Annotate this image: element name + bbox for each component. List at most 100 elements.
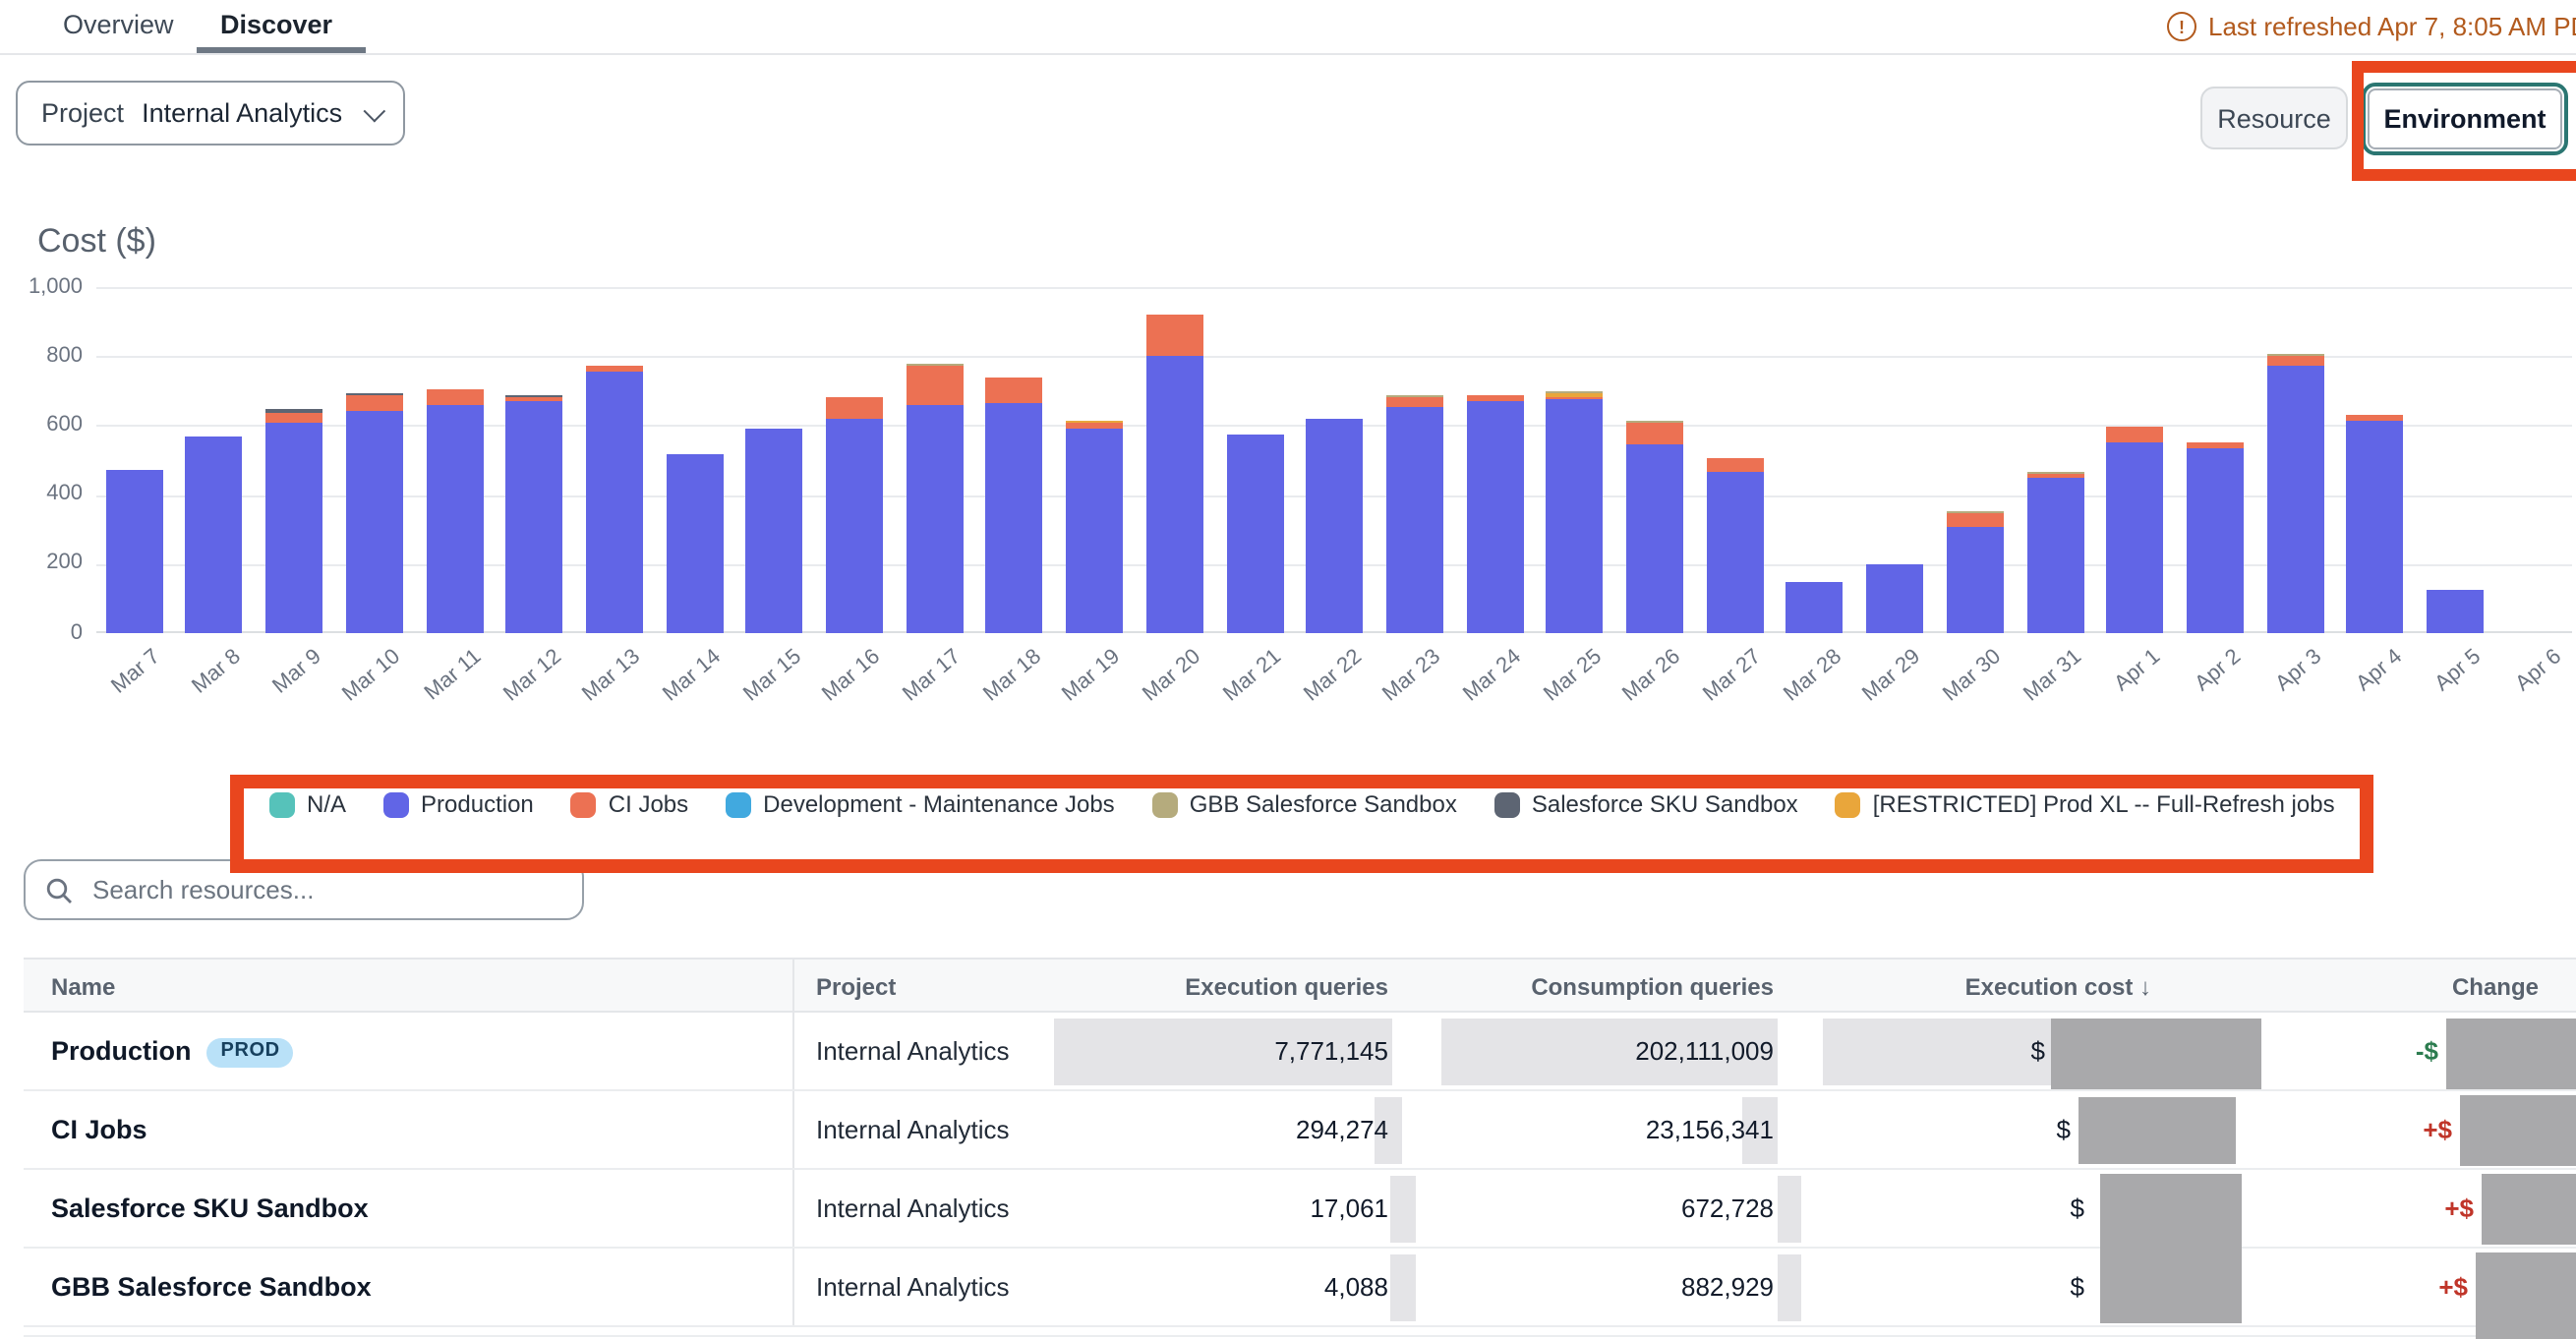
legend-label: Development - Maintenance Jobs [763, 790, 1115, 818]
legend-item[interactable]: [RESTRICTED] Prod XL -- Full-Refresh job… [1836, 790, 2335, 818]
bar-segment [1786, 582, 1844, 633]
consumption-queries-value: 23,156,341 [1646, 1091, 1774, 1170]
x-axis-tick-label: Mar 10 [338, 645, 405, 706]
last-refreshed-status: ! Last refreshed Apr 7, 8:05 AM PDT [2167, 0, 2576, 53]
x-axis-tick-label: Mar 9 [267, 645, 325, 699]
legend-swatch-icon [726, 791, 751, 817]
column-header-execution-cost[interactable]: Execution cost ↓ [1965, 960, 2151, 1015]
x-axis-tick-label: Mar 12 [498, 645, 565, 706]
bar-segment [1626, 444, 1683, 633]
redaction-dark-box-cost [2078, 1097, 2236, 1164]
resource-name: GBB Salesforce Sandbox [51, 1249, 372, 1327]
project-filter-value: Internal Analytics [142, 98, 342, 128]
environment-toggle-button[interactable]: Environment [2368, 88, 2562, 149]
warning-circle-icon: ! [2167, 12, 2196, 41]
x-axis-tick-label: Mar 27 [1699, 645, 1766, 706]
bar-segment [2266, 354, 2323, 356]
bar-segment [1386, 398, 1443, 408]
resources-table: Name Project Execution queries Consumption … [24, 958, 2576, 1339]
bar-segment [2026, 478, 2083, 633]
column-header-change[interactable]: Change [2452, 960, 2539, 1015]
legend-label: Production [421, 790, 534, 818]
bar-segment [2026, 474, 2083, 478]
x-axis-tick-label: Mar 21 [1219, 645, 1286, 706]
column-header-consumption-queries[interactable]: Consumption queries [1531, 960, 1774, 1015]
resource-name-text: CI Jobs [51, 1091, 147, 1170]
consumption-queries-value: 672,728 [1681, 1170, 1774, 1249]
resource-name: CI Jobs [51, 1091, 147, 1170]
chart-legend: N/A Production CI Jobs Development - Mainte… [269, 790, 2335, 818]
change-value-sign: +$ [2438, 1249, 2468, 1327]
bar-segment [666, 455, 723, 633]
resource-name-text: Production [51, 1013, 192, 1091]
bar-segment [2187, 441, 2244, 449]
bar-segment [346, 412, 403, 633]
legend-item[interactable]: Production [383, 790, 534, 818]
table-row[interactable]: Salesforce SKU SandboxInternal Analytics… [24, 1170, 2576, 1249]
legend-item[interactable]: Development - Maintenance Jobs [726, 790, 1115, 818]
legend-label: [RESTRICTED] Prod XL -- Full-Refresh job… [1873, 790, 2335, 818]
bar-segment [1947, 513, 2004, 526]
column-header-name[interactable]: Name [51, 960, 115, 1015]
redaction-dark-box-change [2460, 1095, 2576, 1166]
legend-label: N/A [307, 790, 346, 818]
x-axis-tick-label: Mar 7 [107, 645, 165, 699]
table-row[interactable]: ProductionPRODInternal Analytics7,771,14… [24, 1013, 2576, 1091]
resource-project: Internal Analytics [816, 1249, 1010, 1327]
legend-swatch-icon [1836, 791, 1861, 817]
project-filter-dropdown[interactable]: Project Internal Analytics [16, 81, 405, 146]
bar-segment [1307, 419, 1364, 633]
tab-discover[interactable]: Discover [220, 0, 332, 51]
gridline [96, 356, 2572, 358]
bar-segment [426, 389, 483, 405]
x-axis-tick-label: Mar 16 [819, 645, 886, 706]
x-axis-tick-label: Apr 2 [2192, 645, 2247, 696]
x-axis-tick-label: Mar 22 [1299, 645, 1366, 706]
bar-segment [2347, 422, 2404, 633]
resource-name-text: GBB Salesforce Sandbox [51, 1249, 372, 1327]
legend-item[interactable]: GBB Salesforce Sandbox [1152, 790, 1457, 818]
legend-swatch-icon [1494, 791, 1520, 817]
bar-segment [907, 405, 964, 633]
bar-segment [907, 366, 964, 404]
x-axis-tick-label: Mar 31 [2020, 645, 2086, 706]
x-axis-tick-label: Mar 20 [1139, 645, 1205, 706]
resource-name: ProductionPROD [51, 1013, 294, 1091]
bar-segment [2427, 590, 2484, 633]
legend-item[interactable]: CI Jobs [571, 790, 688, 818]
x-axis-tick-label: Mar 17 [899, 645, 966, 706]
bar-segment [265, 422, 322, 633]
bar-segment [506, 395, 563, 397]
x-axis-tick-label: Apr 1 [2111, 645, 2166, 696]
bar-segment [2107, 428, 2164, 443]
bar-segment [907, 364, 964, 366]
x-axis-tick-label: Mar 15 [738, 645, 805, 706]
bar-segment [2266, 366, 2323, 633]
table-row[interactable]: CI JobsInternal Analytics294,27423,156,3… [24, 1091, 2576, 1170]
x-axis-tick-label: Apr 4 [2351, 645, 2406, 696]
last-refreshed-text: Last refreshed Apr 7, 8:05 AM PDT [2208, 12, 2576, 41]
search-input[interactable] [88, 873, 562, 906]
execution-queries-value: 7,771,145 [1274, 1013, 1388, 1091]
tab-bar: Overview Discover ! Last refreshed Apr 7… [0, 0, 2576, 55]
redaction-dark-box-change [2476, 1252, 2576, 1339]
execution-cost-currency-sign: $ [2031, 1013, 2045, 1091]
legend-item[interactable]: N/A [269, 790, 346, 818]
column-header-project[interactable]: Project [816, 960, 896, 1015]
execution-queries-value: 4,088 [1324, 1249, 1388, 1327]
resource-toggle-button[interactable]: Resource [2200, 87, 2348, 149]
x-axis-tick-label: Mar 28 [1779, 645, 1845, 706]
legend-item[interactable]: Salesforce SKU Sandbox [1494, 790, 1798, 818]
active-tab-underline [197, 47, 366, 53]
legend-label: GBB Salesforce Sandbox [1190, 790, 1457, 818]
bar-segment [1146, 315, 1203, 356]
change-value-sign: +$ [2423, 1091, 2452, 1170]
y-axis-tick-label: 1,000 [0, 274, 83, 298]
x-axis-tick-label: Mar 18 [978, 645, 1045, 706]
column-header-execution-queries[interactable]: Execution queries [1185, 960, 1388, 1015]
bar-segment [1547, 390, 1604, 392]
resource-name-text: Salesforce SKU Sandbox [51, 1170, 369, 1249]
legend-swatch-icon [383, 791, 409, 817]
tab-overview[interactable]: Overview [63, 0, 174, 51]
bar-segment [586, 365, 643, 372]
